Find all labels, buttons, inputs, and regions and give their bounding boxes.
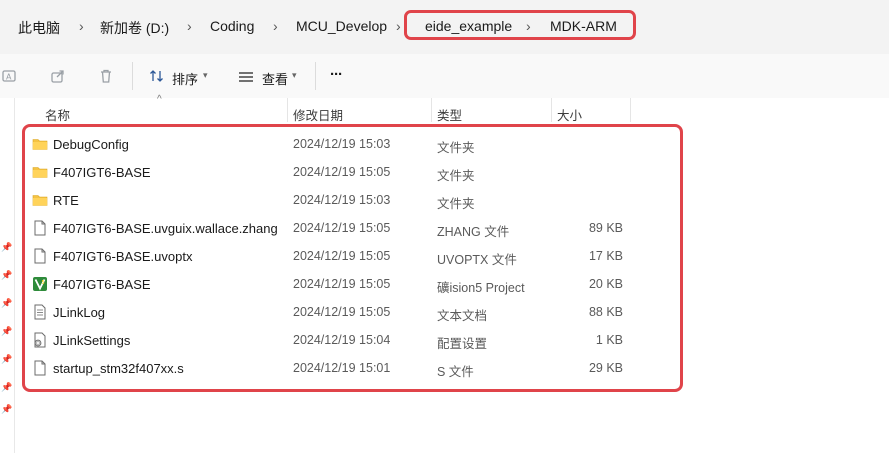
delete-icon[interactable] <box>98 68 114 87</box>
file-icon <box>32 220 48 236</box>
navigation-pane-edge[interactable]: 📌 📌 📌 📌 📌 📌 📌 <box>0 98 15 453</box>
pin-icon[interactable]: 📌 <box>1 298 12 309</box>
breadcrumb-coding[interactable]: Coding <box>210 18 254 34</box>
file-row[interactable]: DebugConfig 2024/12/19 15:03 文件夹 <box>28 130 676 158</box>
file-modified-date: 2024/12/19 15:05 <box>293 165 391 179</box>
file-size: 29 KB <box>588 361 623 375</box>
file-modified-date: 2024/12/19 15:05 <box>293 277 391 291</box>
pin-icon[interactable]: 📌 <box>1 354 12 365</box>
folder-icon <box>32 164 48 180</box>
file-type: UVOPTX 文件 <box>437 253 517 267</box>
column-header-modified[interactable]: 修改日期 <box>293 105 343 124</box>
file-row[interactable]: startup_stm32f407xx.s 2024/12/19 15:01 S 文… <box>28 354 676 382</box>
column-header-size[interactable]: 大小 <box>557 105 582 124</box>
file-size: 1 KB <box>595 333 623 347</box>
file-row[interactable]: F407IGT6-BASE.uvoptx 2024/12/19 15:05 UVOP… <box>28 242 676 270</box>
file-modified-date: 2024/12/19 15:03 <box>293 137 391 151</box>
file-row[interactable]: F407IGT6-BASE.uvguix.wallace.zhang 2024/1… <box>28 214 676 242</box>
column-divider[interactable] <box>630 98 631 122</box>
column-header-type[interactable]: 类型 <box>437 105 462 124</box>
file-type: S 文件 <box>437 365 474 379</box>
file-type: 礦ision5 Project <box>437 281 525 295</box>
share-icon[interactable] <box>50 68 66 87</box>
settings-file-icon <box>32 332 48 348</box>
svg-text:A: A <box>6 73 12 82</box>
view-button[interactable]: 查看 <box>262 69 288 88</box>
view-icon[interactable] <box>238 70 254 86</box>
file-size: 17 KB <box>588 249 623 263</box>
keil-project-icon: 5 <box>32 276 48 292</box>
file-row[interactable]: F407IGT6-BASE 2024/12/19 15:05 文件夹 <box>28 158 676 186</box>
folder-icon <box>32 136 48 152</box>
chevron-down-icon[interactable]: ▾ <box>203 70 208 81</box>
file-type: 文本文档 <box>437 309 488 323</box>
sort-button[interactable]: 排序 <box>172 69 198 88</box>
text-file-icon <box>32 304 48 320</box>
column-divider[interactable] <box>551 98 552 122</box>
file-name: F407IGT6-BASE <box>53 165 151 180</box>
chevron-right-icon[interactable]: › <box>187 18 192 34</box>
file-icon <box>32 248 48 264</box>
file-size: 89 KB <box>588 221 623 235</box>
file-modified-date: 2024/12/19 15:04 <box>293 333 391 347</box>
file-type: 文件夹 <box>437 141 475 155</box>
pin-icon[interactable]: 📌 <box>1 404 12 415</box>
file-row[interactable]: RTE 2024/12/19 15:03 文件夹 <box>28 186 676 214</box>
command-bar <box>0 54 889 98</box>
column-divider[interactable] <box>287 98 288 122</box>
toolbar-divider <box>315 62 316 90</box>
breadcrumb-this-pc[interactable]: 此电脑 <box>18 18 60 38</box>
pin-icon[interactable]: 📌 <box>1 270 12 281</box>
file-name: startup_stm32f407xx.s <box>53 361 184 376</box>
file-name: F407IGT6-BASE.uvguix.wallace.zhang <box>53 221 278 236</box>
column-header-name[interactable]: 名称 <box>45 105 70 124</box>
file-icon <box>32 360 48 376</box>
rename-icon[interactable]: A <box>2 68 18 87</box>
file-modified-date: 2024/12/19 15:03 <box>293 193 391 207</box>
file-modified-date: 2024/12/19 15:05 <box>293 305 391 319</box>
file-name: F407IGT6-BASE <box>53 277 151 292</box>
svg-text:5: 5 <box>42 280 45 286</box>
file-modified-date: 2024/12/19 15:05 <box>293 249 391 263</box>
file-name: F407IGT6-BASE.uvoptx <box>53 249 193 264</box>
breadcrumb-drive-d[interactable]: 新加卷 (D:) <box>100 18 169 38</box>
breadcrumb-mcu-develop[interactable]: MCU_Develop <box>296 18 387 34</box>
file-type: ZHANG 文件 <box>437 225 510 239</box>
file-name: JLinkLog <box>53 305 106 320</box>
file-row[interactable]: JLinkLog 2024/12/19 15:05 文本文档 88 KB <box>28 298 676 326</box>
pin-icon[interactable]: 📌 <box>1 382 12 393</box>
more-options-button[interactable]: ··· <box>330 66 343 83</box>
file-size: 20 KB <box>588 277 623 291</box>
file-name: RTE <box>53 193 79 208</box>
path-highlight-box <box>404 10 636 40</box>
file-type: 配置设置 <box>437 337 488 351</box>
chevron-right-icon[interactable]: › <box>396 18 401 34</box>
file-row[interactable]: JLinkSettings 2024/12/19 15:04 配置设置 1 KB <box>28 326 676 354</box>
chevron-right-icon[interactable]: › <box>273 18 278 34</box>
chevron-right-icon[interactable]: › <box>79 18 84 34</box>
pin-icon[interactable]: 📌 <box>1 326 12 337</box>
file-type: 文件夹 <box>437 197 475 211</box>
file-row[interactable]: 5 F407IGT6-BASE 2024/12/19 15:05 礦ision5 Pr… <box>28 270 676 298</box>
folder-icon <box>32 192 48 208</box>
file-type: 文件夹 <box>437 169 475 183</box>
file-modified-date: 2024/12/19 15:05 <box>293 221 391 235</box>
column-divider[interactable] <box>431 98 432 122</box>
pin-icon[interactable]: 📌 <box>1 242 12 253</box>
file-name: JLinkSettings <box>53 333 131 348</box>
file-name: DebugConfig <box>53 137 129 152</box>
sort-ascending-icon: ^ <box>157 94 162 105</box>
file-modified-date: 2024/12/19 15:01 <box>293 361 391 375</box>
toolbar-divider <box>132 62 133 90</box>
sort-icon[interactable] <box>149 69 165 86</box>
chevron-down-icon[interactable]: ▾ <box>292 70 297 81</box>
file-size: 88 KB <box>588 305 623 319</box>
